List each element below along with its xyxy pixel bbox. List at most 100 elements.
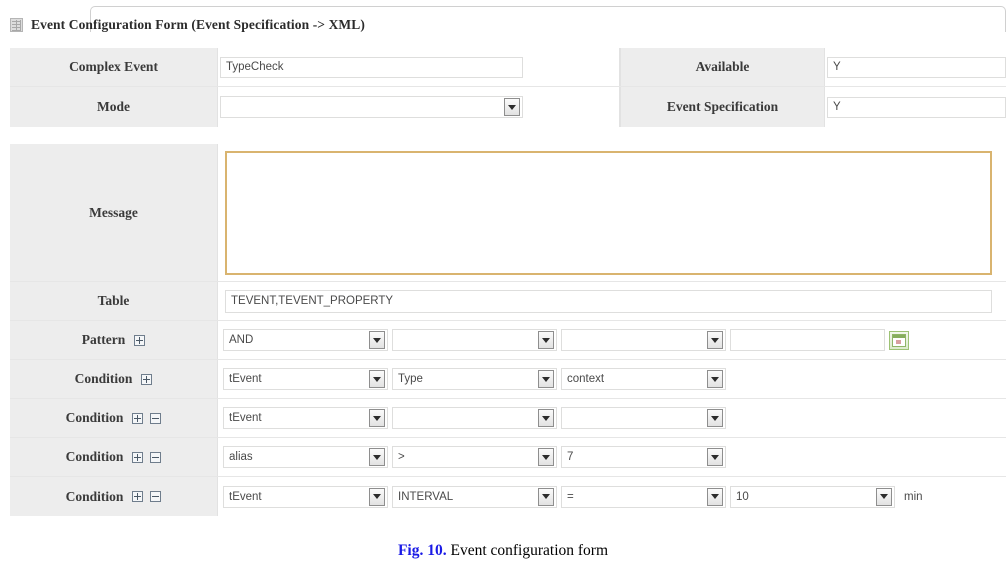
mode-select[interactable] [220,96,523,118]
chevron-down-icon[interactable] [707,370,723,388]
condition-4-select-4-value: 10 [736,490,749,503]
condition-2-select-1[interactable]: tEvent [223,407,388,429]
condition-4-select-2-value: INTERVAL [398,490,454,503]
chevron-down-icon[interactable] [369,331,385,349]
details-fields-section: Message Table TEVENT,TEVENT_PROPERTY Pat… [10,144,1006,520]
message-row: Message [10,144,1006,282]
chevron-down-icon[interactable] [369,487,385,506]
plus-box-icon[interactable] [141,373,153,385]
pattern-select-2[interactable] [392,329,557,351]
condition-4-select-2[interactable]: INTERVAL [392,485,557,508]
condition-4-select-4[interactable]: 10 [730,485,895,508]
condition-4-select-1[interactable]: tEvent [223,485,388,508]
green-window-icon[interactable] [889,330,909,350]
figure-number: Fig. 10. [397,542,447,559]
pattern-field-cell: AND [218,321,1006,359]
chevron-down-icon[interactable] [504,98,520,116]
chevron-down-icon[interactable] [707,409,723,427]
minus-box-icon[interactable] [150,491,162,502]
condition-1-select-3[interactable]: context [561,368,726,390]
label-text: Message [89,204,138,220]
condition-1-field-cell: tEvent Type context [218,360,1006,398]
condition-4-icon-group [132,491,162,502]
minus-box-icon[interactable] [150,412,162,424]
complex-event-input[interactable]: TypeCheck [220,56,523,78]
pattern-select-1[interactable]: AND [223,329,388,351]
pattern-text-input[interactable] [730,329,885,351]
chevron-down-icon[interactable] [369,409,385,427]
condition-4-unit-text: min [899,486,999,507]
condition-row: Condition tEvent [10,399,1006,438]
pattern-row: Pattern AND [10,321,1006,360]
condition-2-select-3[interactable] [561,407,726,429]
event-specification-field-cell: Y [825,87,1006,127]
chevron-down-icon[interactable] [876,487,892,506]
condition-2-icon-group [132,412,162,424]
chevron-down-icon[interactable] [538,370,554,388]
message-textarea[interactable] [225,150,992,275]
window-tab-bar: Event Configuration Form (Event Specific… [10,6,1006,36]
event-specification-input[interactable]: Y [827,96,1006,118]
chevron-down-icon[interactable] [707,331,723,349]
chevron-down-icon[interactable] [538,331,554,349]
table-label: Table [10,282,218,320]
label-text: Condition [65,449,124,464]
chevron-down-icon[interactable] [707,448,723,466]
label-text: Event Specification [666,99,779,114]
table-field-cell: TEVENT,TEVENT_PROPERTY [218,282,1006,320]
pattern-icon-group [134,334,146,346]
chevron-down-icon[interactable] [707,487,723,506]
condition-3-field-cell: alias > 7 [218,438,1006,476]
pattern-label: Pattern [10,321,218,359]
chevron-down-icon[interactable] [538,448,554,466]
pattern-select-1-value: AND [229,334,254,346]
condition-3-select-2[interactable]: > [392,446,557,468]
message-label: Message [10,144,218,281]
condition-4-field-cell: tEvent INTERVAL = 10 min [218,477,1006,516]
chevron-down-icon[interactable] [538,409,554,427]
chevron-down-icon[interactable] [369,448,385,466]
message-field-cell [218,144,1006,281]
complex-event-label: Complex Event [10,48,218,86]
condition-3-select-3-value: 7 [567,451,574,463]
complex-event-field-cell: TypeCheck [218,48,618,86]
plus-box-icon[interactable] [134,334,146,346]
plus-box-icon[interactable] [132,451,144,463]
table-row: Mode Event Specification Y [10,87,1006,127]
condition-1-select-1[interactable]: tEvent [223,368,388,390]
condition-2-label: Condition [10,399,218,437]
condition-2-field-cell: tEvent [218,399,1006,437]
condition-4-label: Condition [10,477,218,516]
label-text: Mode [97,99,130,114]
condition-4-select-3[interactable]: = [561,485,726,508]
available-label: Available [620,48,825,86]
condition-3-select-3[interactable]: 7 [561,446,726,468]
condition-3-select-1[interactable]: alias [223,446,388,468]
condition-1-select-1-value: tEvent [229,373,262,385]
available-input[interactable]: Y [827,56,1006,78]
table-input[interactable]: TEVENT,TEVENT_PROPERTY [225,289,992,313]
condition-3-select-2-value: > [398,451,405,463]
label-text: Condition [74,371,133,386]
condition-4-select-3-value: = [567,490,574,503]
condition-1-label: Condition [10,360,218,398]
chevron-down-icon[interactable] [369,370,385,388]
plus-box-icon[interactable] [132,491,144,502]
window-title-row: Event Configuration Form (Event Specific… [10,14,365,36]
figure-caption-text: Event configuration form [446,542,609,559]
chevron-down-icon[interactable] [538,487,554,506]
label-text: Complex Event [69,59,158,74]
condition-2-select-2[interactable] [392,407,557,429]
condition-3-label: Condition [10,438,218,476]
condition-row: Condition alias > 7 [10,438,1006,477]
condition-1-select-2-value: Type [398,373,423,385]
minus-box-icon[interactable] [150,451,162,463]
label-text: Available [695,59,750,74]
condition-1-select-2[interactable]: Type [392,368,557,390]
figure-caption: Fig. 10. Event configuration form [0,542,1006,560]
pattern-select-3[interactable] [561,329,726,351]
condition-3-select-1-value: alias [229,451,253,463]
mode-field-cell [218,87,618,127]
plus-box-icon[interactable] [132,412,144,424]
grid-icon [10,18,23,32]
